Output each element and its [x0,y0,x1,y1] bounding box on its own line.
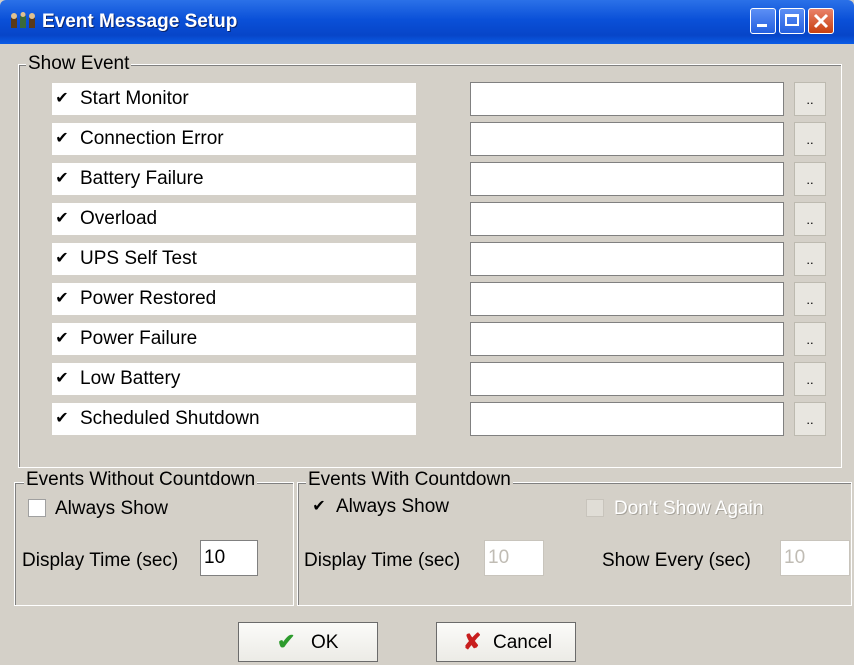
countdown-always-show-label: Always Show [336,496,449,517]
countdown-display-time-label: Display Time (sec) [304,550,461,571]
browse-button[interactable]: .. [794,282,826,316]
event-label: Power Failure [80,328,198,349]
event-file-input[interactable] [470,322,784,356]
display-time-input[interactable]: 10 [200,540,258,576]
countdown-always-show-checkbox[interactable]: ✔ [310,499,328,517]
event-file-input[interactable] [470,242,784,276]
window-title: Event Message Setup [42,11,238,32]
event-label: Start Monitor [80,88,189,109]
browse-button[interactable]: .. [794,202,826,236]
event-checkbox[interactable]: ✔ [54,291,70,307]
with-countdown-label: Events With Countdown [306,469,513,490]
event-checkbox[interactable]: ✔ [54,411,70,427]
event-file-input[interactable] [470,362,784,396]
browse-button[interactable]: .. [794,122,826,156]
event-row[interactable]: ✔ Power Failure [52,323,416,355]
dont-show-again-label: Don't Show Again [614,498,764,519]
event-row[interactable]: ✔ Start Monitor [52,83,416,115]
browse-button[interactable]: .. [794,242,826,276]
minimize-button[interactable] [750,8,776,34]
event-checkbox[interactable]: ✔ [54,211,70,227]
browse-button[interactable]: .. [794,322,826,356]
event-file-input[interactable] [470,82,784,116]
event-checkbox[interactable]: ✔ [54,331,70,347]
maximize-icon [785,14,799,26]
title-bar[interactable]: Event Message Setup [0,0,854,44]
show-every-input[interactable]: 10 [780,540,850,576]
close-button[interactable] [808,8,834,34]
close-icon [813,13,829,29]
event-label: Low Battery [80,368,181,389]
event-row[interactable]: ✔ Connection Error [52,123,416,155]
event-file-input[interactable] [470,122,784,156]
event-row[interactable]: ✔ UPS Self Test [52,243,416,275]
countdown-display-time-input[interactable]: 10 [484,540,544,576]
event-checkbox[interactable]: ✔ [54,171,70,187]
browse-button[interactable]: .. [794,362,826,396]
display-time-label: Display Time (sec) [22,550,179,571]
x-icon: ✘ [463,629,482,654]
maximize-button[interactable] [779,8,805,34]
event-label: Battery Failure [80,168,204,189]
show-every-label: Show Every (sec) [602,550,751,571]
event-label: Overload [80,208,158,229]
event-file-input[interactable] [470,162,784,196]
event-label: Connection Error [80,128,224,149]
event-file-input[interactable] [470,202,784,236]
always-show-label: Always Show [55,498,168,519]
app-icon [11,12,35,28]
browse-button[interactable]: .. [794,402,826,436]
dont-show-again-checkbox[interactable] [586,499,604,517]
event-row[interactable]: ✔ Battery Failure [52,163,416,195]
event-row[interactable]: ✔ Overload [52,203,416,235]
event-label: Power Restored [80,288,217,309]
event-label: UPS Self Test [80,248,197,269]
event-checkbox[interactable]: ✔ [54,91,70,107]
event-checkbox[interactable]: ✔ [54,371,70,387]
event-label: Scheduled Shutdown [80,408,260,429]
always-show-checkbox[interactable] [28,499,46,517]
minimize-icon [757,24,767,27]
show-event-label: Show Event [26,53,132,74]
browse-button[interactable]: .. [794,162,826,196]
event-checkbox[interactable]: ✔ [54,251,70,267]
cancel-button[interactable]: ✘ Cancel [436,622,576,662]
event-message-setup-window: Event Message Setup Show Event Events Wi… [0,0,854,665]
ok-button[interactable]: ✔ OK [238,622,378,662]
event-file-input[interactable] [470,282,784,316]
event-row[interactable]: ✔ Low Battery [52,363,416,395]
without-countdown-label: Events Without Countdown [24,469,258,490]
checkmark-icon: ✔ [277,629,296,654]
cancel-label: Cancel [493,632,553,653]
ok-label: OK [311,632,339,653]
browse-button[interactable]: .. [794,82,826,116]
dialog-body: Show Event Events Without Countdown Alwa… [4,44,852,661]
event-checkbox[interactable]: ✔ [54,131,70,147]
event-file-input[interactable] [470,402,784,436]
event-row[interactable]: ✔ Power Restored [52,283,416,315]
event-row[interactable]: ✔ Scheduled Shutdown [52,403,416,435]
